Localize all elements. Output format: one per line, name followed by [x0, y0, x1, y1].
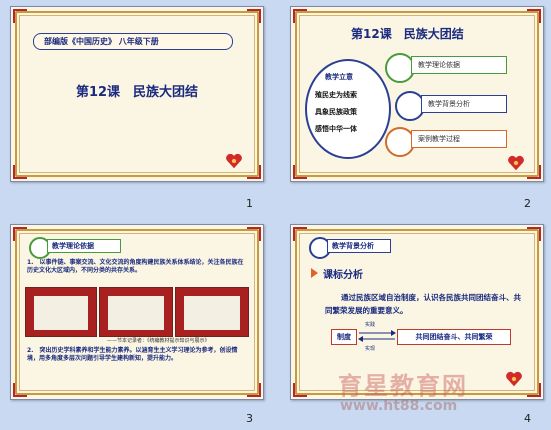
- slide-image-2: [99, 287, 173, 337]
- arrow-label-bottom: 实现: [365, 346, 376, 352]
- heart-icon: [508, 155, 524, 171]
- corner-ornament: [247, 9, 261, 23]
- paragraph-2: 2. 突出历史学科素养和学生能力素养。以涵育生主义学习理论为参考，创设情境，用多…: [27, 347, 238, 362]
- paragraph-1: 1. 以事件链、事案交流、文化交流的角度构建民族关系体系结论，关注各民族在历史文…: [27, 259, 244, 274]
- list-item-3: 案例教学过程: [411, 130, 507, 148]
- slide-thumbnail-3[interactable]: 教学理论依据 1. 以事件链、事案交流、文化交流的角度构建民族关系体系结论，关注…: [10, 224, 264, 400]
- center-line-4: 感悟中华一体: [315, 125, 357, 133]
- slide-number: 4: [524, 412, 531, 425]
- slide-thumbnail-2[interactable]: 第12课 民族大团结 教学立意 殖民史为线索 具象民族政策 感悟中华一体 教学理…: [290, 6, 544, 182]
- center-line-2: 殖民史为线索: [315, 91, 357, 99]
- section-heading: 课标分析: [323, 270, 363, 281]
- list-item-1: 教学理论依据: [411, 56, 507, 74]
- corner-ornament: [527, 165, 541, 179]
- corner-ornament: [13, 9, 27, 23]
- slide-header-text: 部编版《中国历史》 八年级下册: [44, 37, 159, 46]
- corner-ornament: [293, 165, 307, 179]
- section-arrow-icon: [311, 268, 318, 278]
- corner-ornament: [13, 165, 27, 179]
- right-box: 共同团结奋斗、共同繁荣: [397, 329, 511, 345]
- section-label: 教学背景分析: [327, 239, 391, 253]
- slide-title: 第12课 民族大团结: [351, 27, 464, 41]
- corner-ornament: [247, 383, 261, 397]
- corner-ornament: [527, 227, 541, 241]
- slide-number: 2: [524, 197, 531, 210]
- slide-number: 3: [246, 412, 253, 425]
- slide-number: 1: [246, 197, 253, 210]
- corner-ornament: [527, 9, 541, 23]
- body-text: 通过民族区域自治制度，认识各民族共同团结奋斗、共同繁荣发展的重要意义。: [325, 293, 521, 315]
- arrow-label-top: 实践: [365, 322, 376, 328]
- slide-image-3: [175, 287, 249, 337]
- corner-ornament: [247, 227, 261, 241]
- heart-icon: [226, 153, 242, 169]
- slide-header-box: 部编版《中国历史》 八年级下册: [33, 33, 233, 50]
- heart-icon: [506, 371, 522, 387]
- corner-ornament: [13, 227, 27, 241]
- image-caption: ——节本记录者：《统编教材提示知识与展示》: [107, 338, 210, 344]
- corner-ornament: [247, 165, 261, 179]
- section-label: 教学理论依据: [47, 239, 121, 253]
- corner-ornament: [293, 9, 307, 23]
- center-line-1: 教学立意: [325, 73, 353, 81]
- corner-ornament: [293, 383, 307, 397]
- list-item-2: 教学背景分析: [421, 95, 507, 113]
- corner-ornament: [13, 383, 27, 397]
- watermark-url: www.ht88.com: [340, 398, 458, 414]
- left-box: 制度: [331, 329, 357, 345]
- slide-thumbnail-1[interactable]: 部编版《中国历史》 八年级下册 第12课 民族大团结: [10, 6, 264, 182]
- corner-ornament: [527, 383, 541, 397]
- corner-ornament: [293, 227, 307, 241]
- center-line-3: 具象民族政策: [315, 108, 357, 116]
- slide-image-1: [25, 287, 97, 337]
- double-arrow-icon: [358, 330, 396, 342]
- slide-title: 第12课 民族大团结: [75, 85, 199, 100]
- watermark-text: 育星教育网: [338, 372, 468, 400]
